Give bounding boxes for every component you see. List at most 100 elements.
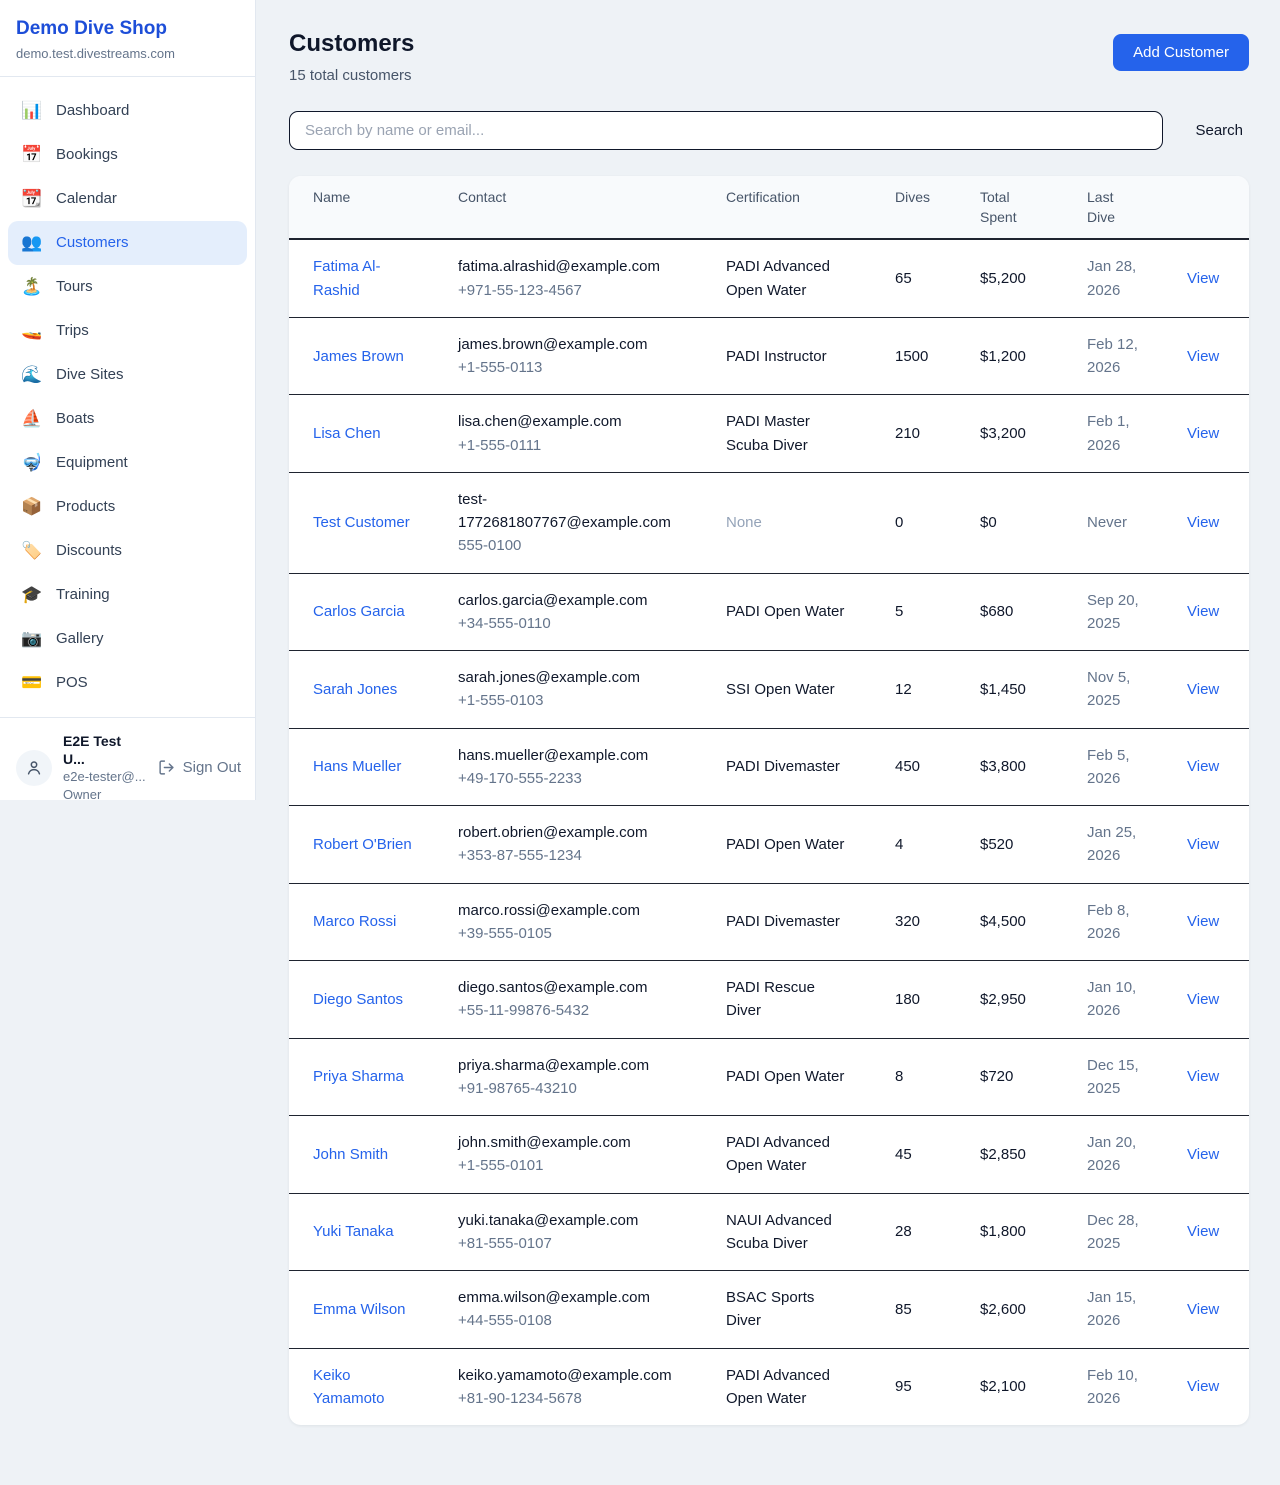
wave-icon: 🌊 (20, 366, 44, 383)
sidebar-item-trips[interactable]: 🚤 Trips (8, 309, 247, 353)
customer-phone: +1-555-0103 (458, 689, 684, 712)
person-icon (24, 758, 44, 778)
sidebar-item-tours[interactable]: 🏝️ Tours (8, 265, 247, 309)
view-customer-link[interactable]: View (1187, 1301, 1219, 1318)
sidebar-item-pos[interactable]: 💳 POS (8, 661, 247, 705)
view-customer-link[interactable]: View (1187, 270, 1219, 287)
total-spent-cell: $1,200 (980, 330, 1087, 383)
dives-cell: 28 (895, 1205, 980, 1258)
customer-phone: +971-55-123-4567 (458, 279, 684, 302)
sidebar-item-gallery[interactable]: 📷 Gallery (8, 617, 247, 661)
dives-cell: 4 (895, 818, 980, 871)
contact-cell: test-1772681807767@example.com 555-0100 (458, 473, 726, 573)
customer-name-link[interactable]: Diego Santos (313, 991, 403, 1008)
last-dive-cell: Sep 20, 2025 (1087, 574, 1187, 651)
view-customer-link[interactable]: View (1187, 836, 1219, 853)
graduation-cap-icon: 🎓 (20, 586, 44, 603)
view-customer-link[interactable]: View (1187, 991, 1219, 1008)
sidebar-item-bookings[interactable]: 📅 Bookings (8, 133, 247, 177)
last-dive-cell: Never (1087, 496, 1187, 549)
page-subtitle: 15 total customers (289, 67, 414, 84)
sidebar-item-dive-sites[interactable]: 🌊 Dive Sites (8, 353, 247, 397)
customer-name-link[interactable]: John Smith (313, 1146, 388, 1163)
customer-phone: +81-90-1234-5678 (458, 1387, 684, 1410)
customer-name-link[interactable]: Lisa Chen (313, 425, 381, 442)
customer-phone: +34-555-0110 (458, 612, 684, 635)
view-customer-link[interactable]: View (1187, 514, 1219, 531)
last-dive-cell: Dec 15, 2025 (1087, 1039, 1187, 1116)
column-header: Name (313, 176, 458, 239)
customer-email: test-1772681807767@example.com (458, 488, 684, 535)
customer-name-link[interactable]: Priya Sharma (313, 1068, 404, 1085)
sign-out-button[interactable]: Sign Out (158, 759, 241, 776)
dives-cell: 210 (895, 407, 980, 460)
table-row: Carlos Garcia carlos.garcia@example.com … (289, 574, 1249, 652)
certification-cell: PADI Rescue Diver (726, 961, 895, 1038)
customer-name-link[interactable]: Marco Rossi (313, 913, 396, 930)
table-row: Marco Rossi marco.rossi@example.com +39-… (289, 884, 1249, 962)
customer-name-link[interactable]: Keiko Yamamoto (313, 1367, 384, 1407)
view-customer-link[interactable]: View (1187, 425, 1219, 442)
view-customer-link[interactable]: View (1187, 348, 1219, 365)
view-customer-link[interactable]: View (1187, 758, 1219, 775)
view-customer-link[interactable]: View (1187, 1378, 1219, 1395)
search-input[interactable] (289, 111, 1163, 150)
table-row: Keiko Yamamoto keiko.yamamoto@example.co… (289, 1349, 1249, 1426)
customer-name-link[interactable]: Hans Mueller (313, 758, 401, 775)
customer-name-link[interactable]: Emma Wilson (313, 1301, 406, 1318)
customer-email: marco.rossi@example.com (458, 899, 684, 922)
app-root: Demo Dive Shop demo.test.divestreams.com… (0, 0, 1280, 1485)
sidebar-item-customers[interactable]: 👥 Customers (8, 221, 247, 265)
view-customer-link[interactable]: View (1187, 913, 1219, 930)
table-row: Diego Santos diego.santos@example.com +5… (289, 961, 1249, 1039)
sidebar-item-calendar[interactable]: 📆 Calendar (8, 177, 247, 221)
dives-cell: 5 (895, 585, 980, 638)
customer-name-link[interactable]: Carlos Garcia (313, 603, 405, 620)
table-row: Emma Wilson emma.wilson@example.com +44-… (289, 1271, 1249, 1349)
avatar (16, 750, 52, 786)
dives-cell: 45 (895, 1128, 980, 1181)
last-dive-cell: Feb 12, 2026 (1087, 318, 1187, 395)
search-button[interactable]: Search (1189, 122, 1249, 139)
view-customer-link[interactable]: View (1187, 603, 1219, 620)
customer-name-link[interactable]: Fatima Al-Rashid (313, 258, 381, 298)
view-customer-link[interactable]: View (1187, 681, 1219, 698)
contact-cell: sarah.jones@example.com +1-555-0103 (458, 651, 726, 728)
last-dive-cell: Jan 20, 2026 (1087, 1116, 1187, 1193)
sidebar-item-training[interactable]: 🎓 Training (8, 573, 247, 617)
customer-name-link[interactable]: Test Customer (313, 514, 410, 531)
certification-cell: None (726, 496, 895, 549)
certification-cell: PADI Advanced Open Water (726, 240, 895, 317)
view-customer-link[interactable]: View (1187, 1223, 1219, 1240)
certification-cell: PADI Advanced Open Water (726, 1116, 895, 1193)
dives-cell: 8 (895, 1050, 980, 1103)
customer-phone: +91-98765-43210 (458, 1077, 684, 1100)
customer-email: lisa.chen@example.com (458, 410, 684, 433)
sidebar-item-discounts[interactable]: 🏷️ Discounts (8, 529, 247, 573)
sidebar-nav: 📊 Dashboard 📅 Bookings 📆 Calendar 👥 Cust… (0, 77, 255, 717)
sidebar-item-boats[interactable]: ⛵ Boats (8, 397, 247, 441)
add-customer-button[interactable]: Add Customer (1113, 34, 1249, 71)
total-spent-cell: $520 (980, 818, 1087, 871)
dives-cell: 320 (895, 895, 980, 948)
customer-phone: +44-555-0108 (458, 1309, 684, 1332)
customer-name-link[interactable]: James Brown (313, 348, 404, 365)
table-row: Sarah Jones sarah.jones@example.com +1-5… (289, 651, 1249, 729)
total-spent-cell: $680 (980, 585, 1087, 638)
customer-name-link[interactable]: Sarah Jones (313, 681, 397, 698)
customer-phone: +1-555-0111 (458, 434, 684, 457)
contact-cell: lisa.chen@example.com +1-555-0111 (458, 395, 726, 472)
total-spent-cell: $720 (980, 1050, 1087, 1103)
sidebar-item-products[interactable]: 📦 Products (8, 485, 247, 529)
dives-cell: 180 (895, 973, 980, 1026)
view-customer-link[interactable]: View (1187, 1068, 1219, 1085)
dives-cell: 12 (895, 663, 980, 716)
diving-mask-icon: 🤿 (20, 454, 44, 471)
sidebar-item-equipment[interactable]: 🤿 Equipment (8, 441, 247, 485)
customer-name-link[interactable]: Robert O'Brien (313, 836, 412, 853)
certification-cell: SSI Open Water (726, 663, 895, 716)
sidebar-item-dashboard[interactable]: 📊 Dashboard (8, 89, 247, 133)
contact-cell: fatima.alrashid@example.com +971-55-123-… (458, 240, 726, 317)
customer-name-link[interactable]: Yuki Tanaka (313, 1223, 394, 1240)
view-customer-link[interactable]: View (1187, 1146, 1219, 1163)
